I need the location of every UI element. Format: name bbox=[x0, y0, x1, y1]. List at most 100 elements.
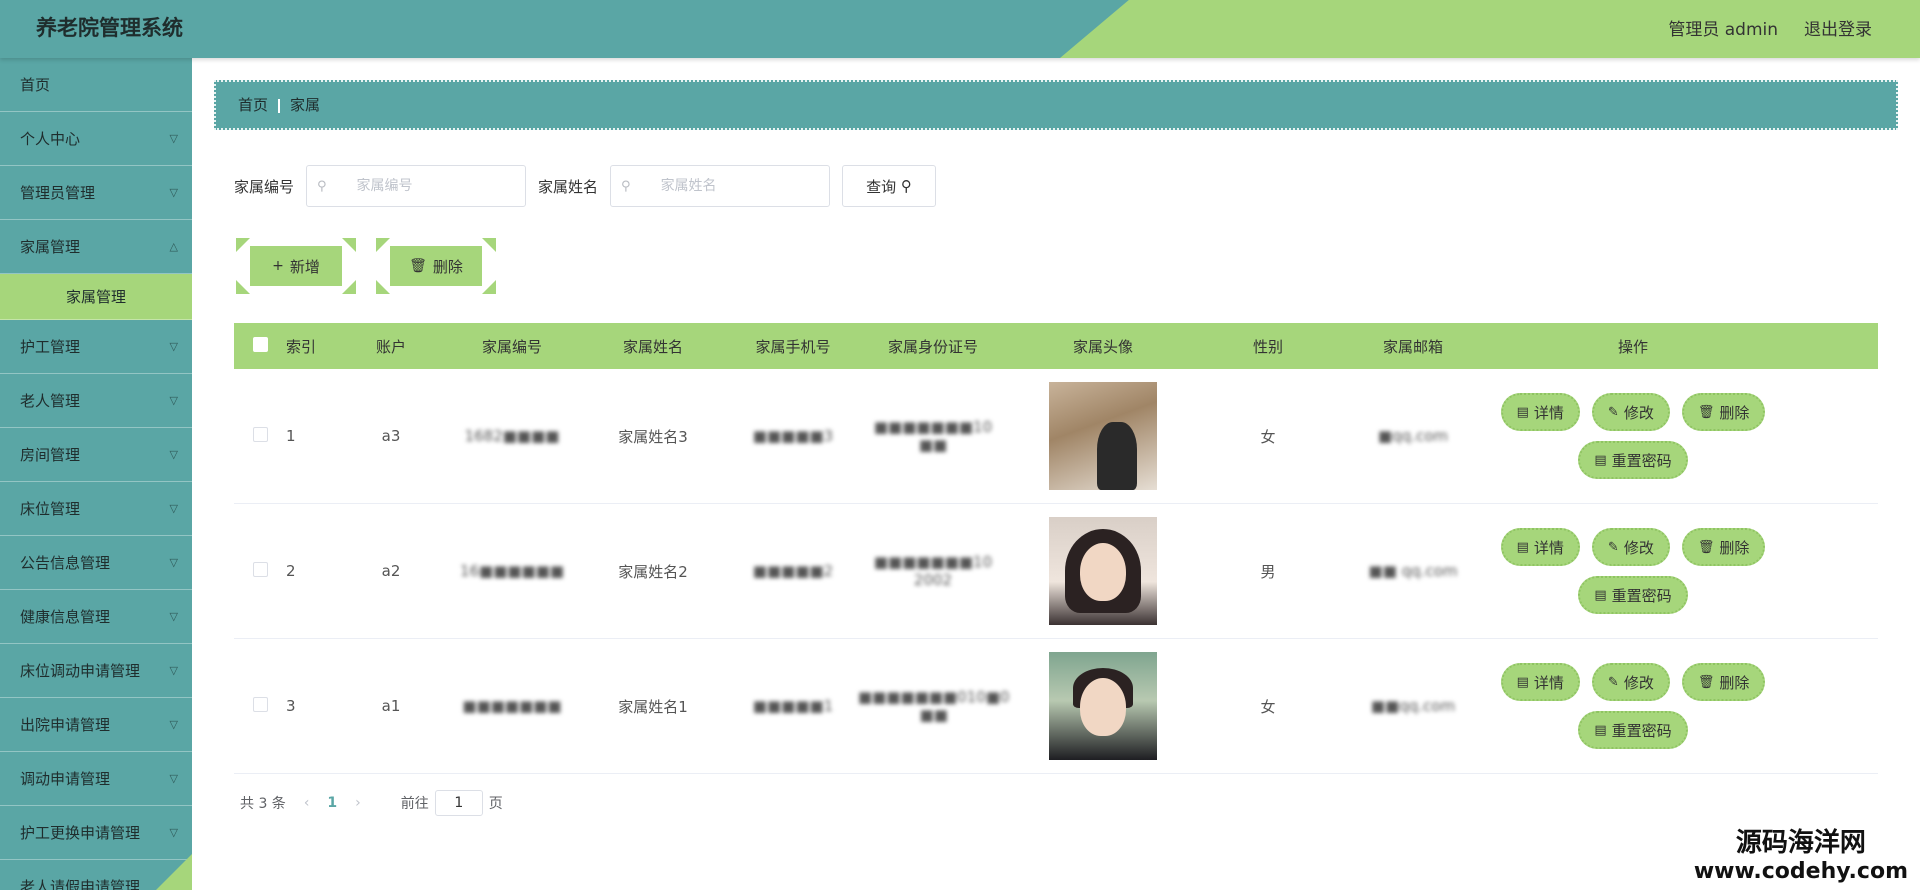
sidebar-item-label: 首页 bbox=[20, 76, 51, 94]
cell-idcard: ■■■■■■■010■0 ■■ bbox=[858, 688, 1010, 724]
trash-icon: 🗑 bbox=[1697, 404, 1715, 420]
sidebar-item-home[interactable]: 首页 bbox=[0, 58, 192, 112]
cell-index: 1 bbox=[286, 427, 296, 445]
sidebar-item-label: 老人管理 bbox=[20, 392, 81, 410]
cell-sex: 男 bbox=[1260, 562, 1276, 581]
header-email: 家属邮箱 bbox=[1382, 337, 1443, 356]
sidebar-item-bed-transfer[interactable]: 床位调动申请管理 ▽ bbox=[0, 644, 192, 698]
cell-sex: 女 bbox=[1260, 697, 1276, 716]
breadcrumb-home[interactable]: 首页 bbox=[238, 96, 268, 114]
watermark: 源码海洋网 www.codehy.com bbox=[1694, 822, 1908, 884]
sidebar-item-label: 家属管理 bbox=[20, 238, 81, 256]
batch-delete-button[interactable]: 🗑 删除 bbox=[376, 238, 496, 294]
cell-account: a2 bbox=[381, 562, 401, 580]
detail-button-label: 详情 bbox=[1533, 673, 1564, 692]
cell-family-name: 家属姓名3 bbox=[618, 427, 688, 446]
sidebar-item-profile[interactable]: 个人中心 ▽ bbox=[0, 112, 192, 166]
edit-icon: ✎ bbox=[1607, 404, 1619, 420]
edit-button[interactable]: ✎ 修改 bbox=[1591, 393, 1670, 431]
search-icon: ⚲ bbox=[621, 178, 631, 194]
sidebar-item-discharge[interactable]: 出院申请管理 ▽ bbox=[0, 698, 192, 752]
chevron-down-icon: ▽ bbox=[169, 664, 178, 677]
document-icon: ▤ bbox=[1594, 587, 1607, 603]
cell-idcard: ■■■■■■■10 2002 bbox=[873, 553, 993, 589]
batch-delete-button-label: 删除 bbox=[432, 257, 463, 276]
detail-button[interactable]: ▤ 详情 bbox=[1500, 393, 1580, 431]
detail-button-label: 详情 bbox=[1533, 538, 1564, 557]
detail-button[interactable]: ▤ 详情 bbox=[1500, 663, 1580, 701]
delete-button-label: 删除 bbox=[1719, 403, 1750, 422]
delete-button[interactable]: 🗑 删除 bbox=[1681, 393, 1766, 431]
sidebar-item-notice[interactable]: 公告信息管理 ▽ bbox=[0, 536, 192, 590]
query-button[interactable]: 查询 ⚲ bbox=[842, 165, 937, 207]
reset-password-button[interactable]: ▤ 重置密码 bbox=[1578, 441, 1688, 479]
logout-link[interactable]: 退出登录 bbox=[1804, 15, 1872, 40]
sidebar-item-bed[interactable]: 床位管理 ▽ bbox=[0, 482, 192, 536]
header-phone: 家属手机号 bbox=[755, 337, 831, 356]
pagination-goto-label: 前往 bbox=[400, 796, 429, 812]
reset-password-button-label: 重置密码 bbox=[1611, 451, 1672, 470]
header-avatar: 家属头像 bbox=[1072, 337, 1133, 356]
chevron-down-icon: ▽ bbox=[169, 718, 178, 731]
family-name-input[interactable] bbox=[660, 178, 801, 194]
sidebar-item-health[interactable]: 健康信息管理 ▽ bbox=[0, 590, 192, 644]
sidebar-item-elder[interactable]: 老人管理 ▽ bbox=[0, 374, 192, 428]
table-row: 1 a3 1682■■■■ 家属姓名3 ■■■■■3 ■■■■■■■10 ■■ … bbox=[234, 369, 1878, 504]
chevron-down-icon: ▽ bbox=[169, 394, 178, 407]
sidebar-item-admin[interactable]: 管理员管理 ▽ bbox=[0, 166, 192, 220]
cell-index: 3 bbox=[286, 697, 296, 715]
row-checkbox[interactable] bbox=[252, 696, 268, 712]
table-row: 2 a2 16■■■■■■ 家属姓名2 ■■■■■2 ■■■■■■■10 200… bbox=[234, 504, 1878, 639]
family-no-input[interactable] bbox=[356, 178, 497, 194]
sidebar-item-family[interactable]: 家属管理 △ bbox=[0, 220, 192, 274]
family-no-box: ⚲ bbox=[306, 165, 527, 207]
family-avatar-image bbox=[1049, 652, 1157, 760]
pagination-page-input[interactable] bbox=[434, 790, 483, 816]
breadcrumb-separator bbox=[278, 98, 281, 113]
row-checkbox[interactable] bbox=[252, 426, 268, 442]
reset-password-button[interactable]: ▤ 重置密码 bbox=[1578, 711, 1688, 749]
delete-button[interactable]: 🗑 删除 bbox=[1681, 663, 1766, 701]
sidebar-item-room[interactable]: 房间管理 ▽ bbox=[0, 428, 192, 482]
search-bar: 家属编号 ⚲ 家属姓名 ⚲ 查询 ⚲ bbox=[234, 164, 937, 208]
edit-button[interactable]: ✎ 修改 bbox=[1591, 528, 1670, 566]
cell-idcard: ■■■■■■■10 ■■ bbox=[873, 418, 993, 454]
sidebar-item-label: 护工管理 bbox=[20, 338, 81, 356]
header-sex: 性别 bbox=[1252, 337, 1283, 356]
add-button-label: 新增 bbox=[289, 257, 320, 276]
sidebar-item-label: 公告信息管理 bbox=[20, 554, 111, 572]
breadcrumb: 首页 家属 bbox=[214, 80, 1898, 130]
reset-password-button[interactable]: ▤ 重置密码 bbox=[1578, 576, 1688, 614]
pagination: 共 3 条 ‹ 1 › 前往 页 bbox=[240, 790, 503, 816]
chevron-up-icon: △ bbox=[169, 240, 178, 253]
sidebar-item-label: 房间管理 bbox=[20, 446, 81, 464]
sidebar-item-transfer[interactable]: 调动申请管理 ▽ bbox=[0, 752, 192, 806]
document-icon: ▤ bbox=[1594, 722, 1607, 738]
family-name-label: 家属姓名 bbox=[538, 177, 599, 196]
query-button-label: 查询 bbox=[866, 177, 897, 196]
edit-button-label: 修改 bbox=[1623, 538, 1654, 557]
cell-phone: ■■■■■2 bbox=[752, 562, 834, 580]
select-all-checkbox[interactable] bbox=[252, 336, 268, 352]
cell-family-no: 1682■■■■ bbox=[464, 427, 560, 445]
detail-button[interactable]: ▤ 详情 bbox=[1500, 528, 1580, 566]
family-table: 索引 账户 家属编号 家属姓名 家属手机号 家属身份证号 家属头像 性别 家属邮… bbox=[234, 323, 1878, 774]
delete-button[interactable]: 🗑 删除 bbox=[1681, 528, 1766, 566]
chevron-left-icon[interactable]: ‹ bbox=[304, 795, 310, 811]
edit-button-label: 修改 bbox=[1623, 673, 1654, 692]
add-button[interactable]: + 新增 bbox=[236, 238, 356, 294]
chevron-down-icon: ▽ bbox=[169, 610, 178, 623]
sidebar-item-nurse-change[interactable]: 护工更换申请管理 ▽ bbox=[0, 806, 192, 860]
sidebar-item-label: 床位管理 bbox=[20, 500, 81, 518]
top-header: 养老院管理系统 管理员 admin 退出登录 bbox=[0, 0, 1920, 58]
edit-button[interactable]: ✎ 修改 bbox=[1591, 663, 1670, 701]
chevron-down-icon: ▽ bbox=[169, 186, 178, 199]
cell-account: a3 bbox=[381, 427, 401, 445]
sidebar-item-nurse[interactable]: 护工管理 ▽ bbox=[0, 320, 192, 374]
chevron-down-icon: ▽ bbox=[169, 448, 178, 461]
sidebar-subitem-family-active[interactable]: 家属管理 bbox=[0, 274, 192, 320]
row-checkbox[interactable] bbox=[252, 561, 268, 577]
pagination-current-page[interactable]: 1 bbox=[327, 795, 337, 811]
chevron-down-icon: ▽ bbox=[169, 340, 178, 353]
chevron-right-icon[interactable]: › bbox=[355, 795, 361, 811]
